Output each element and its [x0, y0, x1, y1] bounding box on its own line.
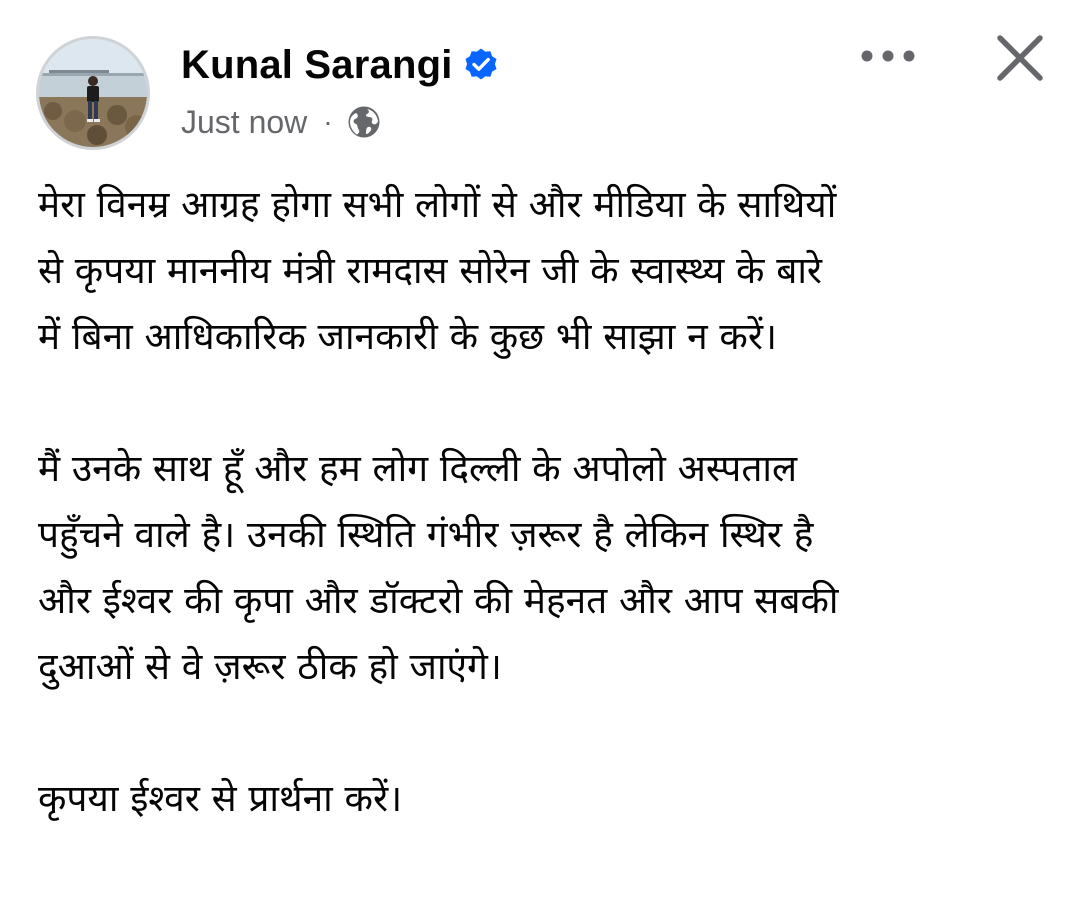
- post-text-line: मैं उनके साथ हूँ और हम लोग दिल्ली के अपो…: [38, 447, 798, 490]
- profile-photo: [39, 39, 147, 147]
- post-text-line: दुआओं से वे ज़रूर ठीक हो जाएंगे।: [38, 645, 502, 688]
- more-options-button[interactable]: [856, 36, 920, 76]
- post-text-line: मेरा विनम्र आग्रह होगा सभी लोगों से और म…: [38, 183, 837, 226]
- post-meta: Just now ·: [181, 101, 381, 143]
- post-paragraph: मेरा विनम्र आग्रह होगा सभी लोगों से और म…: [38, 172, 1048, 370]
- post-paragraph: मैं उनके साथ हूँ और हम लोग दिल्ली के अपो…: [38, 436, 1048, 700]
- globe-icon[interactable]: [347, 105, 381, 139]
- post-text-line: पहुँचने वाले है। उनकी स्थिति गंभीर ज़रूर…: [38, 513, 814, 556]
- post-text-line: कृपया ईश्वर से प्रार्थना करें।: [38, 777, 403, 820]
- post-timestamp[interactable]: Just now: [181, 104, 307, 141]
- more-horizontal-icon: [861, 50, 915, 62]
- author-name[interactable]: Kunal Sarangi: [181, 43, 453, 88]
- post-text-line: से कृपया माननीय मंत्री रामदास सोरेन जी क…: [38, 249, 823, 292]
- close-button[interactable]: [990, 28, 1050, 88]
- post-paragraph: कृपया ईश्वर से प्रार्थना करें।: [38, 766, 1048, 832]
- post-text-line: में बिना आधिकारिक जानकारी के कुछ भी साझा…: [38, 315, 777, 358]
- avatar[interactable]: [36, 36, 150, 150]
- author-row: Kunal Sarangi: [181, 40, 499, 90]
- meta-separator: ·: [323, 106, 333, 137]
- facebook-post: Kunal Sarangi Just now · मेरा विनम्र आग्…: [0, 0, 1080, 901]
- verified-badge-icon: [463, 47, 499, 83]
- post-body: मेरा विनम्र आग्रह होगा सभी लोगों से और म…: [38, 172, 1048, 832]
- post-header: Kunal Sarangi Just now ·: [0, 0, 1080, 160]
- post-text-line: और ईश्वर की कृपा और डॉक्टरो की मेहनत और …: [38, 579, 839, 622]
- close-icon: [997, 35, 1043, 81]
